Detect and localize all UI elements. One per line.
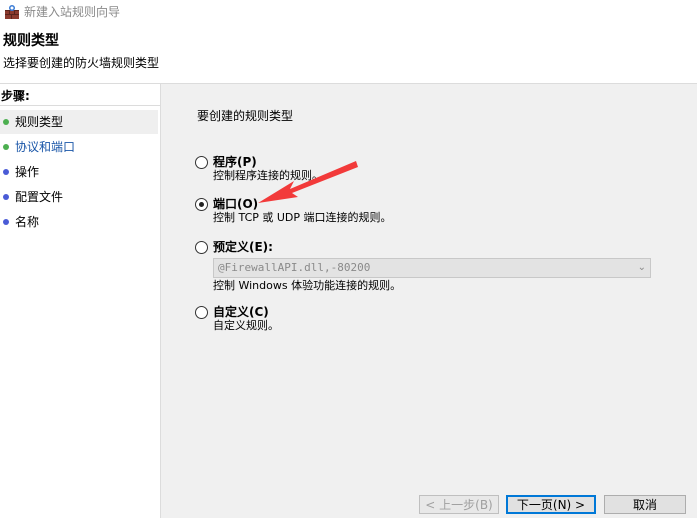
option-program-description: 控制程序连接的规则。 (213, 169, 323, 182)
radio-custom[interactable] (195, 306, 208, 319)
steps-sidebar: 步骤: 规则类型 协议和端口 操作 配置文件 名称 (0, 84, 161, 518)
option-custom-description: 自定义规则。 (213, 319, 279, 332)
step-pending-dot-icon (3, 169, 9, 175)
title-bar: 新建入站规则向导 (0, 0, 697, 24)
firewall-app-icon (5, 5, 19, 19)
radio-predefined[interactable] (195, 241, 208, 254)
window-title: 新建入站规则向导 (24, 5, 121, 19)
rule-type-heading: 要创建的规则类型 (197, 109, 294, 123)
step-profile[interactable]: 配置文件 (0, 185, 158, 209)
next-button[interactable]: 下一页(N) > (506, 495, 596, 514)
radio-port[interactable] (195, 198, 208, 211)
radio-program[interactable] (195, 156, 208, 169)
step-label: 规则类型 (15, 115, 64, 129)
wizard-header: 规则类型 选择要创建的防火墙规则类型 (0, 24, 697, 84)
chevron-down-icon: ⌄ (637, 262, 646, 273)
step-label: 操作 (15, 165, 40, 179)
step-pending-dot-icon (3, 194, 9, 200)
predefined-rule-value: @FirewallAPI.dll,-80200 (218, 261, 371, 274)
page-subtitle: 选择要创建的防火墙规则类型 (3, 56, 160, 70)
back-button[interactable]: < 上一步(B) (419, 495, 499, 514)
option-predefined-description: 控制 Windows 体验功能连接的规则。 (213, 279, 402, 292)
option-predefined-label[interactable]: 预定义(E): (213, 239, 273, 255)
predefined-rule-select[interactable]: @FirewallAPI.dll,-80200 ⌄ (213, 258, 651, 278)
cancel-button[interactable]: 取消 (604, 495, 686, 514)
step-complete-dot-icon (3, 144, 9, 150)
step-rule-type[interactable]: 规则类型 (0, 110, 158, 134)
option-port-description: 控制 TCP 或 UDP 端口连接的规则。 (213, 211, 392, 224)
step-pending-dot-icon (3, 219, 9, 225)
page-title: 规则类型 (3, 33, 59, 49)
step-action[interactable]: 操作 (0, 160, 158, 184)
step-label: 名称 (15, 215, 40, 229)
steps-divider (0, 105, 160, 106)
step-protocol-ports[interactable]: 协议和端口 (0, 135, 158, 159)
step-label: 配置文件 (15, 190, 64, 204)
step-name[interactable]: 名称 (0, 210, 158, 234)
main-panel: 要创建的规则类型 程序(P) 控制程序连接的规则。 端口(O) 控制 TCP 或… (161, 84, 697, 518)
step-complete-dot-icon (3, 119, 9, 125)
step-label: 协议和端口 (15, 140, 76, 154)
steps-label: 步骤: (1, 89, 30, 103)
